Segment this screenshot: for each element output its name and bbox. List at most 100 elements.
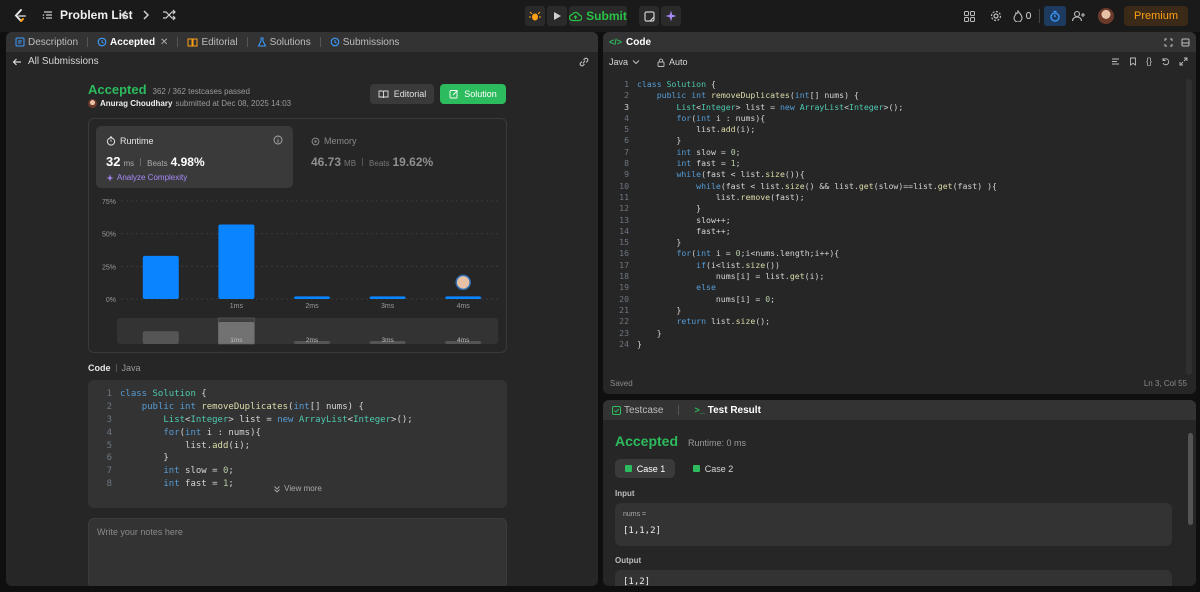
autocomplete-mode[interactable]: Auto [657,57,688,67]
code-line[interactable]: 22 return list.size(); [603,316,1183,327]
editor-scrollbar[interactable] [1186,79,1192,375]
code-line[interactable]: 23 } [603,328,1183,339]
code-line[interactable]: 19 else [603,282,1183,293]
language-select[interactable]: Java [609,57,640,67]
code-line[interactable]: 3 List<Integer> list = new ArrayList<Int… [92,414,413,427]
code-line[interactable]: 12 } [603,203,1183,214]
leetcode-logo-icon[interactable] [12,8,28,24]
maximize-editor-icon[interactable] [1179,57,1188,66]
chevron-right-icon[interactable] [140,8,152,22]
settings-gear-icon[interactable] [983,10,1009,22]
premium-button[interactable]: Premium [1123,6,1188,26]
code-text: } [120,453,169,464]
shuffle-icon[interactable] [162,8,176,22]
code-text: public int removeDuplicates(int[] nums) … [141,401,364,412]
code-line[interactable]: 13 slow++; [603,215,1183,226]
code-line[interactable]: 21 } [603,305,1183,316]
code-preview-box: 1 class Solution {2 public int removeDupl… [88,380,507,508]
layout-grid-icon[interactable] [957,10,983,22]
add-user-icon[interactable] [1066,10,1092,22]
streak-counter[interactable]: 0 [1009,10,1035,22]
format-lines-icon[interactable] [1111,57,1120,66]
code-line[interactable]: 6 } [603,135,1183,146]
code-line[interactable]: 10 while(fast < list.size() && list.get(… [603,181,1183,192]
submit-button[interactable]: Submit [569,6,627,26]
code-line[interactable]: 17 if(i<list.size()) [603,260,1183,271]
tab-description[interactable]: Description [12,37,81,48]
reset-icon[interactable] [1161,57,1170,66]
result-scrollbar[interactable] [1188,433,1193,525]
ai-assistant-button[interactable] [661,6,681,26]
notes-button[interactable] [639,6,659,26]
code-line[interactable]: 1 class Solution { [603,79,1183,90]
tab-accepted[interactable]: Accepted ✕ [94,37,171,48]
tab-solutions[interactable]: Solutions [254,37,314,48]
book-icon [187,37,198,47]
code-line[interactable]: 14 fast++; [603,226,1183,237]
code-line[interactable]: 16 for(int i = 0;i<nums.length;i++){ [603,248,1183,259]
back-to-submissions[interactable]: All Submissions [12,56,99,67]
tab-testcase[interactable]: Testcase [609,405,666,416]
analyze-complexity-link[interactable]: Analyze Complexity [106,173,187,182]
code-text: fast++; [696,225,731,236]
case-2-tab[interactable]: Case 2 [683,459,743,478]
code-text: while(fast < list.size() && list.get(slo… [696,180,997,191]
close-tab-icon[interactable]: ✕ [160,37,168,48]
runtime-title: Runtime [120,136,154,146]
memory-card[interactable]: Memory 46.73 MB Beats 19.62% [303,126,493,188]
code-text: for(int i = 0;i<nums.length;i++){ [676,248,840,259]
case-1-tab[interactable]: Case 1 [615,459,675,478]
code-line[interactable]: 11 list.remove(fast); [603,192,1183,203]
line-number: 7 [624,146,629,157]
tab-editorial[interactable]: Editorial [184,37,240,48]
code-line[interactable]: 8 int fast = 1; [603,158,1183,169]
user-toolbar: 0 Premium [957,0,1200,32]
chevron-left-icon[interactable] [118,8,130,22]
bookmark-icon[interactable] [1129,57,1137,66]
debug-button[interactable] [525,6,545,26]
code-line[interactable]: 2 public int removeDuplicates(int[] nums… [603,90,1183,101]
code-line[interactable]: 6 } [92,452,413,465]
code-editor[interactable]: 1 class Solution {2 public int removeDupl… [603,79,1183,350]
info-icon[interactable] [273,135,283,145]
code-line[interactable]: 18 nums[i] = list.get(i); [603,271,1183,282]
code-line[interactable]: 2 public int removeDuplicates(int[] nums… [92,401,413,414]
code-line[interactable]: 15 } [603,237,1183,248]
language-value: Java [609,57,629,67]
notes-textarea[interactable]: Write your notes here [88,518,507,586]
tab-submissions[interactable]: Submissions [327,37,403,48]
run-button[interactable] [547,6,567,26]
solution-button[interactable]: Solution [440,84,506,104]
code-line[interactable]: 4 for(int i : nums){ [92,427,413,440]
code-line[interactable]: 4 for(int i : nums){ [603,113,1183,124]
view-more-button[interactable]: View more [88,484,507,493]
runtime-card[interactable]: Runtime 32 ms Beats 4.98% Analyze Comple… [96,126,293,188]
y-tick-label: 50% [102,232,116,239]
code-line[interactable]: 7 int slow = 0; [92,465,413,478]
code-line[interactable]: 7 int slow = 0; [603,147,1183,158]
code-line[interactable]: 20 nums[i] = 0; [603,294,1183,305]
expand-icon[interactable] [1164,38,1173,47]
code-line[interactable]: 24} [603,339,1183,350]
timer-icon[interactable] [1043,6,1066,26]
result-runtime: Runtime: 0 ms [688,438,747,448]
code-line[interactable]: 1 class Solution { [92,388,413,401]
braces-icon[interactable]: {} [1146,57,1152,66]
book-open-icon [378,90,389,99]
code-line[interactable]: 9 while(fast < list.size()){ [603,169,1183,180]
code-text: int slow = 0; [676,146,741,157]
code-line[interactable]: 5 list.add(i); [92,440,413,453]
y-tick-label: 75% [102,199,116,206]
author-name[interactable]: Anurag Choudhary [100,99,172,108]
editorial-button[interactable]: Editorial [370,84,434,104]
code-line[interactable]: 3 List<Integer> list = new ArrayList<Int… [603,102,1183,113]
code-editor-panel: </> Code Java Auto {} 1 class Solution {2… [603,32,1196,394]
share-link-icon[interactable] [578,57,590,67]
output-value: [1,2] [623,577,651,586]
user-avatar[interactable] [1097,8,1114,24]
code-line[interactable]: 5 list.add(i); [603,124,1183,135]
tab-test-result[interactable]: >_ Test Result [691,405,763,416]
line-number: 3 [624,101,629,112]
runtime-beats-value: 4.98% [170,155,205,169]
collapse-panel-icon[interactable] [1181,38,1190,47]
